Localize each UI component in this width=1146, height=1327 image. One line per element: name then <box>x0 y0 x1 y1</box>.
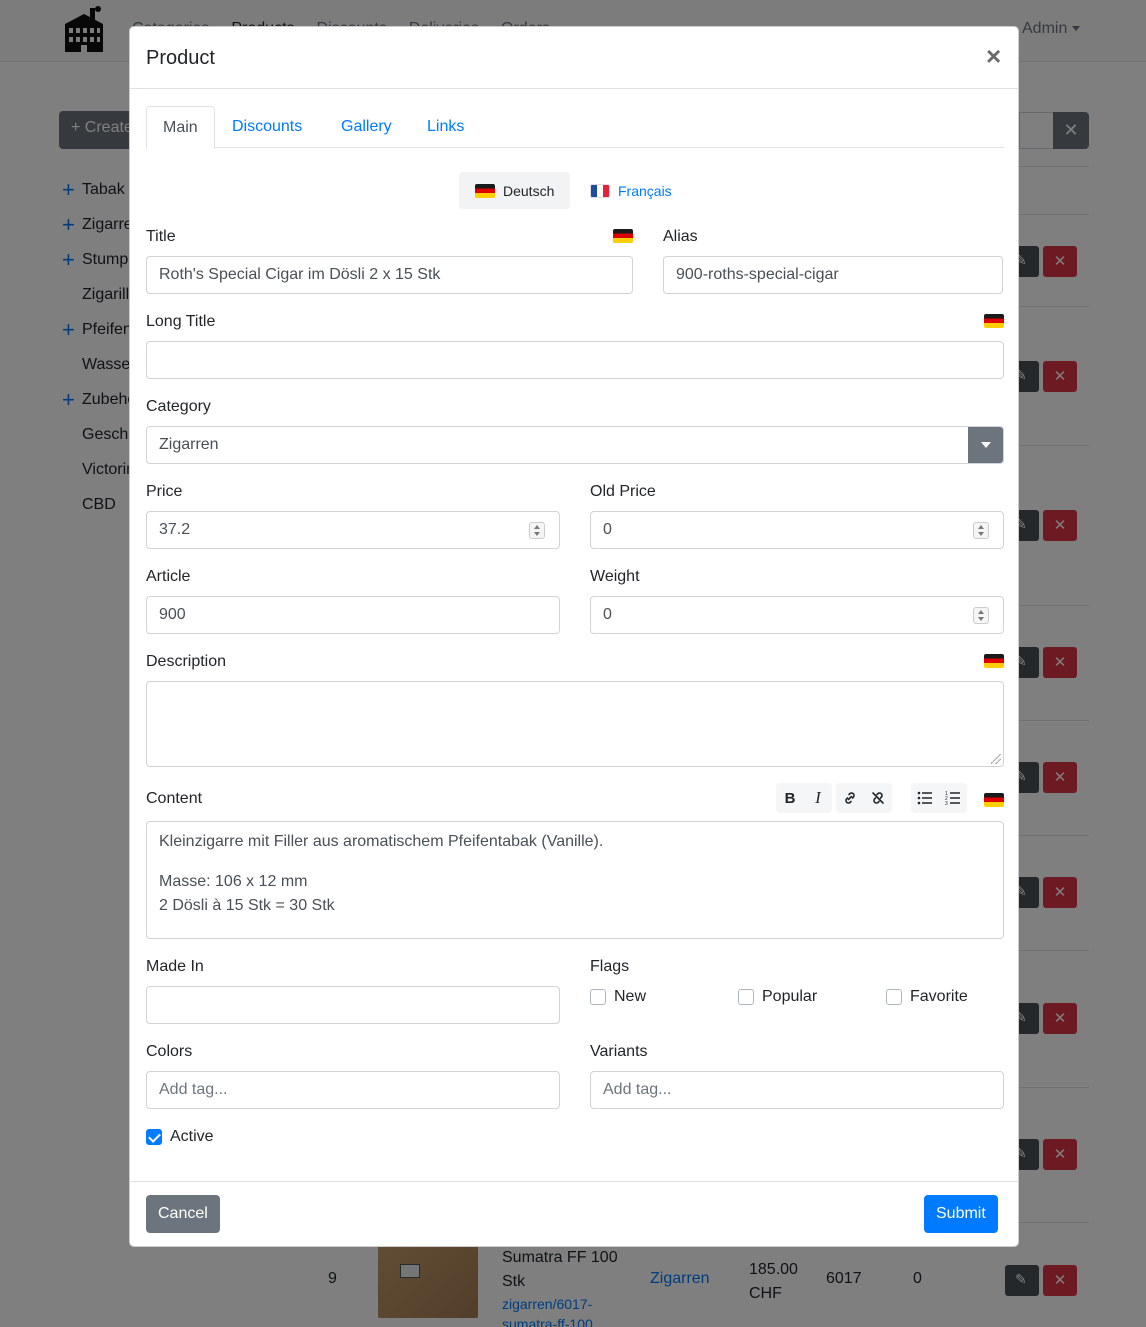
numbered-list-icon[interactable]: 123 <box>939 783 967 813</box>
content-paragraph: Kleinzigarre mit Filler aus aromatischem… <box>159 833 604 850</box>
number-spinner-icon[interactable] <box>529 522 545 539</box>
made-in-input[interactable] <box>146 986 560 1024</box>
checkbox-box[interactable] <box>590 989 606 1005</box>
article-input[interactable]: 900 <box>146 596 560 634</box>
tab-links[interactable]: Links <box>411 106 480 148</box>
variants-label: Variants <box>590 1043 648 1060</box>
content-label: Content <box>146 790 203 807</box>
content-editor[interactable]: Kleinzigarre mit Filler aus aromatischem… <box>146 821 1004 939</box>
content-line: Masse: 106 x 12 mm <box>159 873 308 890</box>
long-title-input[interactable] <box>146 341 1004 379</box>
article-label: Article <box>146 568 191 585</box>
description-label: Description <box>146 653 227 670</box>
colors-tag-input[interactable]: Add tag... <box>146 1071 560 1109</box>
colors-label: Colors <box>146 1043 193 1060</box>
cancel-button[interactable]: Cancel <box>146 1195 220 1233</box>
price-label: Price <box>146 483 183 500</box>
format-toolbar: B I <box>776 783 832 813</box>
modal-title: Product <box>146 47 215 69</box>
language-deutsch[interactable]: Deutsch <box>459 172 571 209</box>
description-textarea[interactable] <box>146 681 1004 767</box>
old-price-input[interactable]: 0 <box>590 511 1004 549</box>
checkbox-box[interactable] <box>146 1129 162 1145</box>
bold-icon[interactable]: B <box>776 783 804 813</box>
german-flag-icon <box>984 793 1004 807</box>
content-line: 2 Dösli à 15 Stk = 30 Stk <box>159 897 335 914</box>
flag-popular-checkbox[interactable]: Popular <box>738 988 817 1006</box>
title-input[interactable]: Roth's Special Cigar im Dösli 2 x 15 Stk <box>146 256 633 294</box>
submit-button[interactable]: Submit <box>924 1195 998 1233</box>
german-flag-icon <box>984 314 1004 328</box>
italic-icon[interactable]: I <box>804 783 832 813</box>
alias-label: Alias <box>663 228 698 245</box>
number-spinner-icon[interactable] <box>973 607 989 624</box>
tab-discounts[interactable]: Discounts <box>216 106 318 148</box>
list-toolbar: 123 <box>911 783 967 813</box>
checkbox-box[interactable] <box>738 989 754 1005</box>
made-in-label: Made In <box>146 958 204 975</box>
german-flag-icon <box>475 183 495 198</box>
alias-input[interactable]: 900-roths-special-cigar <box>663 256 1003 294</box>
unlink-icon[interactable] <box>864 783 892 813</box>
svg-text:3: 3 <box>945 801 948 805</box>
price-input[interactable]: 37.2 <box>146 511 560 549</box>
modal-header: Product × <box>130 27 1018 89</box>
long-title-label: Long Title <box>146 313 216 330</box>
bullet-list-icon[interactable] <box>911 783 939 813</box>
flag-favorite-checkbox[interactable]: Favorite <box>886 988 968 1006</box>
category-select[interactable]: Zigarren <box>146 426 1004 464</box>
language-francais[interactable]: Français <box>574 172 688 209</box>
link-toolbar <box>836 783 892 813</box>
link-icon[interactable] <box>836 783 864 813</box>
number-spinner-icon[interactable] <box>973 522 989 539</box>
product-modal: Product × Main Discounts Gallery Links D… <box>129 26 1019 1247</box>
german-flag-icon <box>984 654 1004 668</box>
old-price-label: Old Price <box>590 483 656 500</box>
weight-label: Weight <box>590 568 640 585</box>
chevron-down-icon[interactable] <box>968 427 1003 463</box>
flag-new-checkbox[interactable]: New <box>590 988 646 1006</box>
title-label: Title <box>146 228 176 245</box>
resize-handle-icon[interactable] <box>991 754 1001 764</box>
modal-footer: Cancel Submit <box>130 1181 1018 1247</box>
french-flag-icon <box>590 183 610 198</box>
weight-input[interactable]: 0 <box>590 596 1004 634</box>
variants-tag-input[interactable]: Add tag... <box>590 1071 1004 1109</box>
german-flag-icon <box>613 229 633 243</box>
checkbox-box[interactable] <box>886 989 902 1005</box>
category-label: Category <box>146 398 211 415</box>
active-checkbox[interactable]: Active <box>146 1128 214 1146</box>
flags-label: Flags <box>590 958 630 975</box>
tab-gallery[interactable]: Gallery <box>325 106 408 148</box>
modal-tabs: Main Discounts Gallery Links <box>146 106 1004 149</box>
close-icon[interactable]: × <box>986 43 1001 69</box>
tab-main[interactable]: Main <box>146 106 215 149</box>
